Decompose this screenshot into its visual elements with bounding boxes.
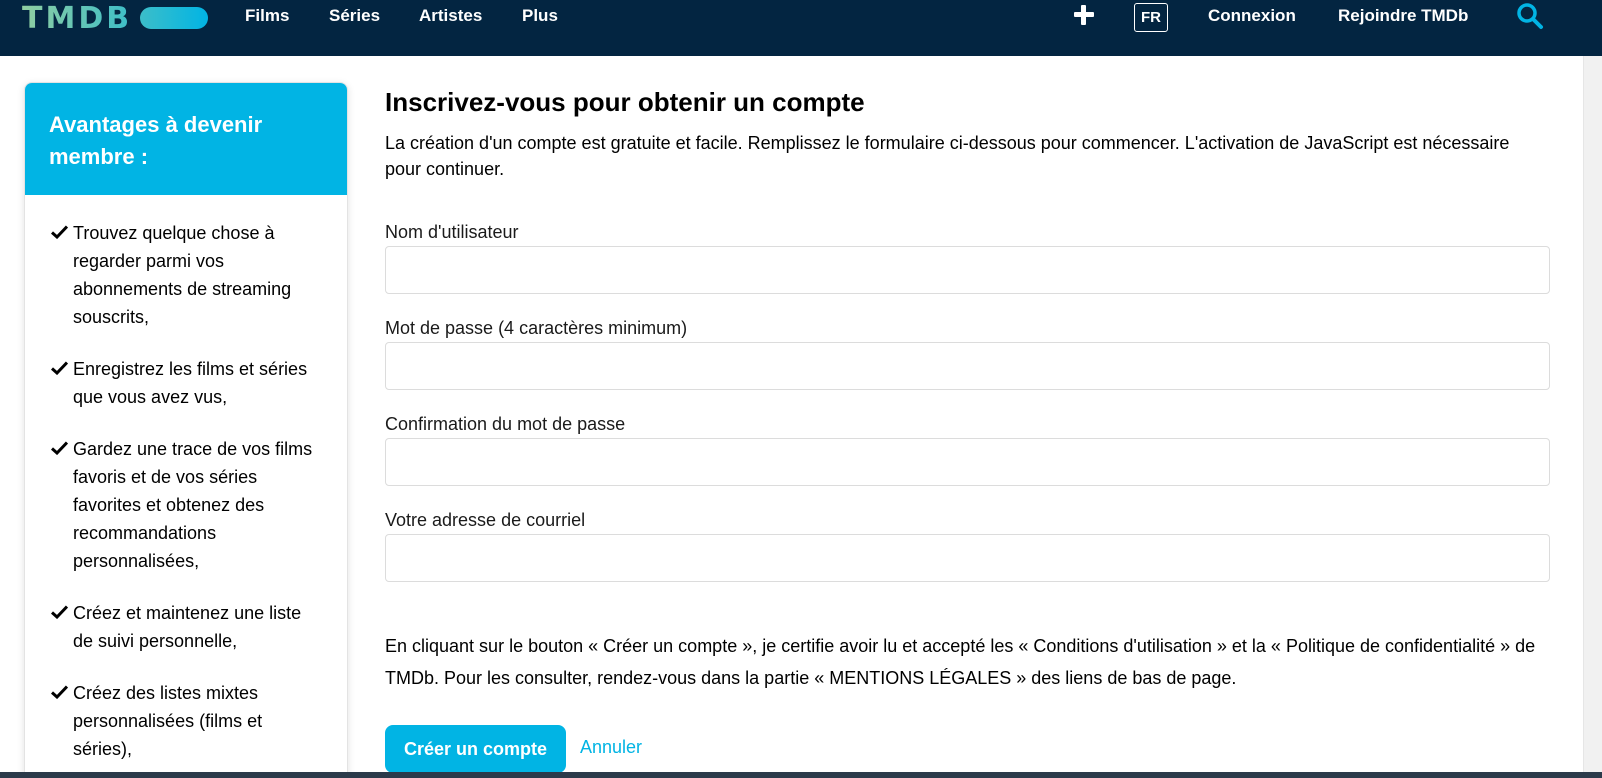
nav-films[interactable]: Films (245, 6, 289, 26)
checkmark-icon (51, 605, 68, 619)
benefit-item: Gardez une trace de vos films favoris et… (49, 435, 323, 575)
email-label: Votre adresse de courriel (385, 510, 586, 530)
intro-text: La création d'un compte est gratuite et … (385, 133, 1510, 179)
login-link[interactable]: Connexion (1208, 6, 1296, 26)
member-benefits-card: Avantages à devenir membre : Trouvez que… (24, 82, 348, 778)
checkmark-icon (51, 441, 68, 455)
checkmark-icon (51, 225, 68, 239)
benefit-text: Créez et maintenez une liste de suivi pe… (73, 603, 302, 651)
benefits-header: Avantages à devenir membre : (25, 83, 347, 195)
signup-form: Inscrivez-vous pour obtenir un compte La… (385, 82, 1550, 773)
page-scrollbar[interactable] (1583, 56, 1602, 778)
plus-icon[interactable] (1074, 5, 1094, 25)
benefit-text: Enregistrez les films et séries que vous… (73, 359, 308, 407)
password-label: Mot de passe (4 caractères minimum) (385, 318, 688, 338)
username-label: Nom d'utilisateur (385, 222, 519, 242)
benefit-text: Trouvez quelque chose à regarder parmi v… (73, 223, 292, 327)
benefit-item: Trouvez quelque chose à regarder parmi v… (49, 219, 323, 331)
benefit-text: Gardez une trace de vos films favoris et… (73, 439, 313, 571)
checkmark-icon (51, 361, 68, 375)
tmdb-logo[interactable]: TMDB (22, 0, 209, 36)
email-input[interactable] (385, 534, 1550, 582)
benefit-item: Créez et maintenez une liste de suivi pe… (49, 599, 323, 655)
join-link[interactable]: Rejoindre TMDb (1338, 6, 1468, 26)
logo-pill-graphic (140, 7, 209, 29)
top-navigation-bar: TMDB Films Séries Artistes Plus FR Conne… (0, 0, 1602, 56)
benefit-text: Créez des listes mixtes personnalisées (… (73, 683, 263, 759)
nav-series[interactable]: Séries (329, 6, 380, 26)
nav-artistes[interactable]: Artistes (419, 6, 482, 26)
legal-notice: En cliquant sur le bouton « Créer un com… (385, 636, 1536, 688)
page-title: Inscrivez-vous pour obtenir un compte (385, 87, 865, 117)
benefit-item: Créez des listes mixtes personnalisées (… (49, 679, 323, 763)
password-confirm-label: Confirmation du mot de passe (385, 414, 626, 434)
username-input[interactable] (385, 246, 1550, 294)
nav-plus[interactable]: Plus (522, 6, 558, 26)
benefits-list: Trouvez quelque chose à regarder parmi v… (25, 195, 347, 763)
password-confirm-input[interactable] (385, 438, 1550, 486)
cancel-link[interactable]: Annuler (580, 737, 642, 758)
checkmark-icon (51, 685, 68, 699)
password-input[interactable] (385, 342, 1550, 390)
create-account-button[interactable]: Créer un compte (385, 725, 566, 773)
benefit-item: Enregistrez les films et séries que vous… (49, 355, 323, 411)
benefits-title: Avantages à devenir membre : (49, 112, 263, 169)
logo-text: TMDB (22, 0, 133, 36)
bottom-edge-bar (0, 772, 1602, 778)
search-icon[interactable] (1516, 2, 1544, 30)
language-selector[interactable]: FR (1134, 3, 1168, 32)
